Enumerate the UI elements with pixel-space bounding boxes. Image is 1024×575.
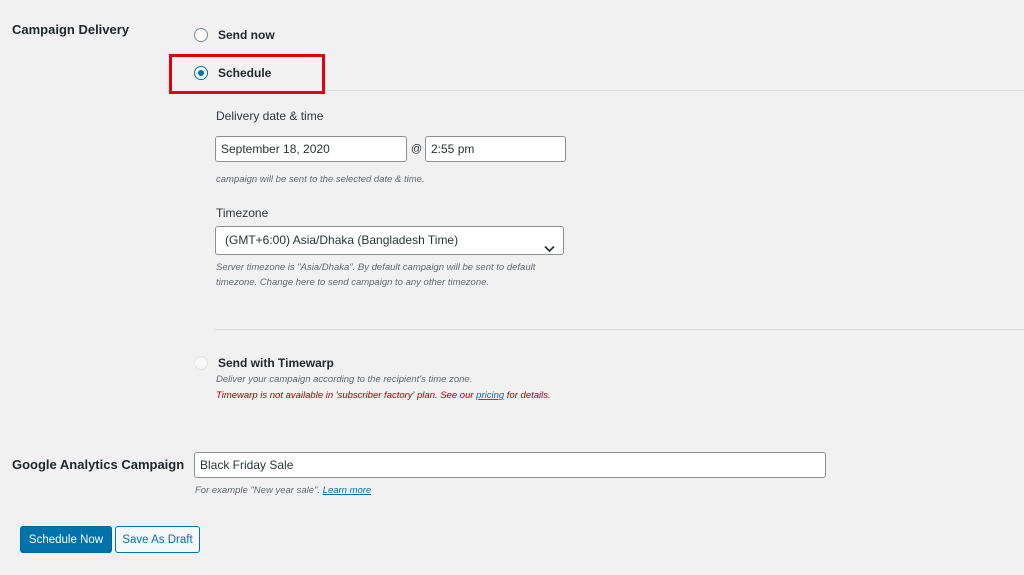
timewarp-warning: Timewarp is not available in 'subscriber…: [216, 390, 551, 401]
datetime-hint: campaign will be sent to the selected da…: [216, 174, 425, 185]
delivery-date-input[interactable]: September 18, 2020: [215, 136, 407, 162]
timewarp-divider: [215, 329, 1024, 330]
chevron-down-icon: [544, 236, 555, 254]
timewarp-warning-prefix: Timewarp is not available in 'subscriber…: [216, 390, 477, 401]
send-now-label[interactable]: Send now: [218, 28, 275, 42]
google-analytics-label: Google Analytics Campaign: [12, 457, 185, 472]
timezone-hint-line1: Server timezone is "Asia/Dhaka". By defa…: [216, 262, 536, 273]
schedule-radio[interactable]: [194, 66, 208, 80]
schedule-label[interactable]: Schedule: [218, 66, 271, 80]
schedule-now-button[interactable]: Schedule Now: [20, 526, 112, 553]
google-analytics-hint-prefix: For example "New year sale".: [195, 485, 323, 496]
send-now-radio[interactable]: [194, 28, 208, 42]
timezone-hint-line2: timezone. Change here to send campaign t…: [216, 277, 490, 288]
learn-more-link[interactable]: Learn more: [323, 485, 372, 496]
timezone-label: Timezone: [216, 206, 269, 220]
delivery-datetime-label: Delivery date & time: [216, 109, 324, 123]
campaign-delivery-label: Campaign Delivery: [12, 22, 130, 37]
timezone-select[interactable]: (GMT+6:00) Asia/Dhaka (Bangladesh Time): [215, 226, 564, 255]
google-analytics-input[interactable]: Black Friday Sale: [194, 452, 826, 478]
pricing-link[interactable]: pricing: [476, 390, 504, 401]
at-symbol: @: [411, 143, 423, 155]
delivery-time-input[interactable]: 2:55 pm: [425, 136, 566, 162]
timewarp-warning-suffix: for details.: [504, 390, 551, 401]
save-as-draft-button[interactable]: Save As Draft: [115, 526, 200, 553]
timezone-hint: Server timezone is "Asia/Dhaka". By defa…: [216, 260, 576, 290]
timewarp-label[interactable]: Send with Timewarp: [218, 356, 334, 370]
google-analytics-hint: For example "New year sale". Learn more: [195, 483, 371, 498]
timezone-select-value: (GMT+6:00) Asia/Dhaka (Bangladesh Time): [225, 233, 459, 247]
section-divider: [325, 90, 1024, 91]
timewarp-radio[interactable]: [194, 356, 208, 370]
timewarp-description: Deliver your campaign according to the r…: [216, 374, 473, 385]
